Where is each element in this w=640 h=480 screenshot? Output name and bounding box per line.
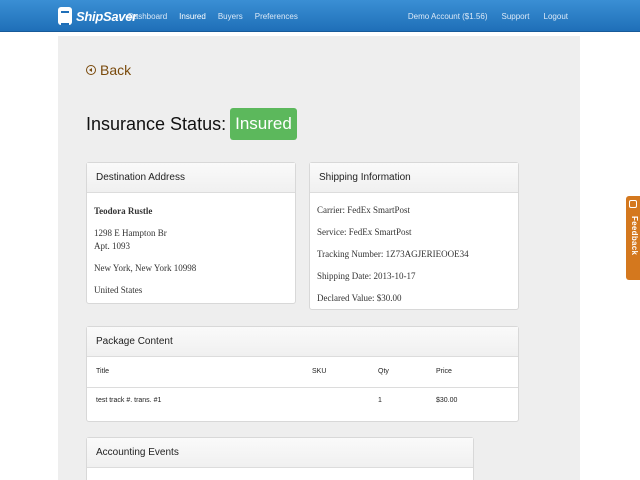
table-row: test track #. trans. #1 1 $30.00 <box>87 387 518 413</box>
cell-title: test track #. trans. #1 <box>96 396 162 404</box>
feedback-label: Feedback <box>630 216 639 256</box>
back-arrow-icon <box>86 65 96 75</box>
recipient-name: Teodora Rustle <box>94 206 153 216</box>
cell-price: $30.00 <box>436 396 458 404</box>
destination-address-panel: Destination Address Teodora Rustle 1298 … <box>86 162 296 304</box>
panel-title: Package Content <box>87 327 518 357</box>
status-badge: Insured <box>230 108 297 140</box>
col-price: Price <box>427 357 518 388</box>
package-table: Title SKU Qty Price test track #. trans.… <box>87 357 518 413</box>
accounting-events-panel: Accounting Events <box>86 437 474 480</box>
nav-preferences[interactable]: Preferences <box>255 12 298 21</box>
panel-title: Shipping Information <box>310 163 518 193</box>
package-content-panel: Package Content Title SKU Qty Price test… <box>86 326 519 422</box>
tracking-number: Tracking Number: 1Z73AGJERIEOOE34 <box>317 249 469 259</box>
address-apt: Apt. 1093 <box>94 241 130 251</box>
top-navbar: ShipSaver Dashboard Insured Buyers Prefe… <box>0 0 640 32</box>
main-nav: Dashboard Insured Buyers Preferences <box>128 0 298 32</box>
brand-logo[interactable]: ShipSaver <box>58 5 137 27</box>
nav-logout[interactable]: Logout <box>544 12 568 21</box>
feedback-icon <box>629 200 637 208</box>
cell-sku <box>303 387 369 413</box>
address-country: United States <box>94 285 143 295</box>
nav-demo-account[interactable]: Demo Account ($1.56) <box>408 12 488 21</box>
status-label: Insurance Status: <box>86 113 227 134</box>
nav-support[interactable]: Support <box>502 12 530 21</box>
col-qty: Qty <box>369 357 427 388</box>
carrier: Carrier: FedEx SmartPost <box>317 205 410 215</box>
nav-insured[interactable]: Insured <box>179 12 206 21</box>
service: Service: FedEx SmartPost <box>317 227 412 237</box>
col-title: Title <box>87 357 303 388</box>
nav-dashboard[interactable]: Dashboard <box>128 12 167 21</box>
back-link[interactable]: Back <box>86 62 131 78</box>
feedback-tab[interactable]: Feedback <box>626 196 640 280</box>
declared-value: Declared Value: $30.00 <box>317 293 402 303</box>
panel-title: Accounting Events <box>87 438 473 468</box>
address-body: Teodora Rustle 1298 E Hampton Br Apt. 10… <box>87 193 295 303</box>
address-city: New York, New York 10998 <box>94 263 197 273</box>
panel-title: Destination Address <box>87 163 295 193</box>
back-label: Back <box>100 62 132 78</box>
shipping-body: Carrier: FedEx SmartPost Service: FedEx … <box>310 193 518 315</box>
col-sku: SKU <box>303 357 369 388</box>
shipping-information-panel: Shipping Information Carrier: FedEx Smar… <box>309 162 519 310</box>
insurance-status: Insurance Status: Insured <box>86 108 297 140</box>
address-street: 1298 E Hampton Br <box>94 228 167 238</box>
cell-qty: 1 <box>378 396 382 404</box>
shipping-date: Shipping Date: 2013-10-17 <box>317 271 416 281</box>
shipsaver-logo-icon <box>58 7 72 25</box>
nav-buyers[interactable]: Buyers <box>218 12 243 21</box>
account-nav: Demo Account ($1.56) Support Logout <box>408 0 568 32</box>
